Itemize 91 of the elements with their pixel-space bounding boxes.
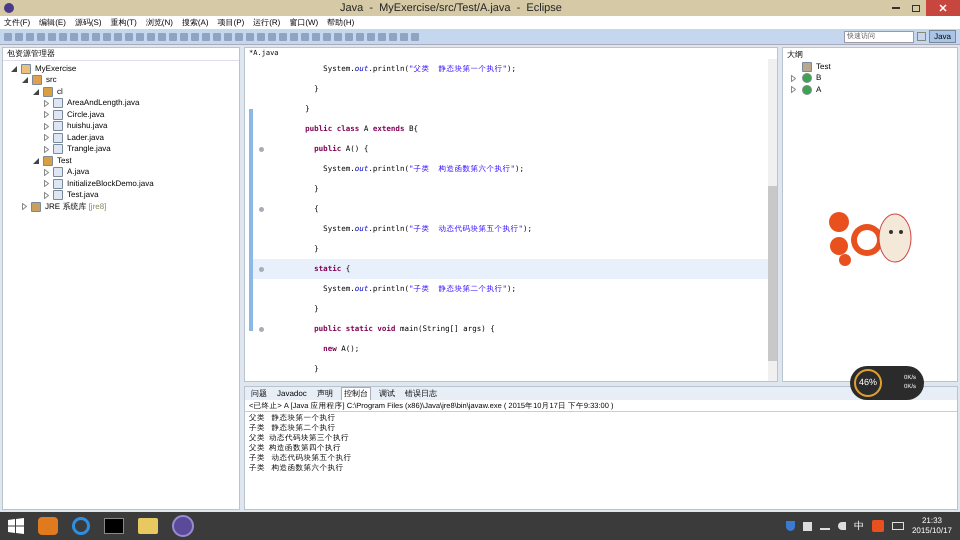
class-icon: [802, 73, 812, 84]
outline-item[interactable]: A: [816, 84, 822, 96]
java-file-icon: [53, 110, 63, 120]
java-file-icon: [53, 178, 63, 189]
flag-icon[interactable]: [802, 522, 812, 530]
taskbar-app-icon[interactable]: [38, 517, 58, 535]
collapsed-arrow-icon[interactable]: [791, 86, 796, 94]
outline-item[interactable]: Test: [816, 60, 831, 73]
keyboard-icon[interactable]: [892, 522, 904, 530]
browser-icon[interactable]: [72, 517, 90, 535]
java-file-icon: [53, 167, 63, 178]
expanded-arrow-icon[interactable]: [33, 88, 39, 95]
terminal-icon[interactable]: [104, 518, 124, 534]
collapsed-arrow-icon[interactable]: [22, 203, 27, 210]
java-file-icon: [53, 121, 63, 132]
menu-item[interactable]: 重构(T): [110, 16, 137, 28]
collapsed-arrow-icon[interactable]: [44, 134, 49, 142]
tree-item[interactable]: src: [46, 74, 57, 86]
shield-icon[interactable]: [786, 521, 795, 531]
menu-item[interactable]: 窗口(W): [289, 16, 318, 28]
view-tab[interactable]: Javadoc: [275, 387, 309, 400]
input-method-icon[interactable]: [872, 520, 884, 532]
tree-item[interactable]: Test.java: [67, 189, 99, 202]
java-file-icon: [53, 132, 63, 143]
tree-item[interactable]: MyExercise: [35, 62, 76, 75]
menu-item[interactable]: 编辑(E): [39, 16, 66, 28]
collapsed-arrow-icon[interactable]: [44, 168, 49, 176]
library-icon: [31, 202, 41, 212]
collapsed-arrow-icon[interactable]: [44, 122, 49, 130]
close-button[interactable]: [926, 0, 960, 16]
collapsed-arrow-icon[interactable]: [44, 180, 49, 188]
menu-item[interactable]: 帮助(H): [327, 16, 354, 28]
collapsed-arrow-icon[interactable]: [44, 111, 49, 118]
view-tab[interactable]: 声明: [314, 387, 335, 400]
perspective-button[interactable]: Java: [929, 30, 956, 43]
fold-icon[interactable]: [258, 266, 264, 272]
speed-percent: 46%: [854, 369, 882, 397]
package-icon: [43, 86, 53, 97]
package-icon: [43, 156, 53, 166]
menu-item[interactable]: 浏览(N): [146, 16, 173, 28]
tree-item[interactable]: A.java: [67, 166, 90, 178]
outline-tab[interactable]: 大纲: [787, 48, 803, 60]
tree-item[interactable]: huishu.java: [67, 120, 108, 132]
tree-item[interactable]: Test: [57, 154, 72, 167]
collapsed-arrow-icon[interactable]: [44, 192, 49, 199]
scrollbar[interactable]: [768, 59, 777, 381]
tree-item[interactable]: InitializeBlockDemo.java: [67, 178, 154, 190]
eclipse-taskbar-icon[interactable]: [172, 515, 194, 537]
menu-item[interactable]: 运行(R): [253, 16, 280, 28]
start-icon[interactable]: [8, 518, 24, 534]
outline-item[interactable]: B: [816, 72, 822, 84]
tree-item[interactable]: cl: [57, 86, 63, 98]
view-tab[interactable]: 错误日志: [402, 387, 439, 400]
menu-item[interactable]: 搜索(A): [182, 16, 209, 28]
collapsed-arrow-icon[interactable]: [791, 74, 796, 82]
tree-item[interactable]: AreaAndLength.java: [67, 97, 140, 110]
java-file-icon: [53, 144, 63, 154]
folder-icon[interactable]: [138, 518, 158, 534]
import-icon: [802, 62, 812, 72]
menu-item[interactable]: 源码(S): [74, 16, 102, 28]
expanded-arrow-icon[interactable]: [22, 77, 28, 84]
input-method-indicator[interactable]: 中: [854, 518, 864, 534]
window-title: Java - MyExercise/src/Test/A.java - Eclipse: [340, 0, 562, 16]
fold-icon[interactable]: [258, 146, 264, 152]
tree-item[interactable]: Circle.java: [67, 108, 104, 121]
tree-item[interactable]: Lader.java: [67, 132, 104, 144]
expanded-arrow-icon[interactable]: [33, 158, 39, 164]
expanded-arrow-icon[interactable]: [11, 66, 17, 72]
view-tab[interactable]: 问题: [249, 387, 269, 400]
taskbar-clock[interactable]: 21:33: [922, 516, 942, 526]
package-explorer-tab[interactable]: 包资源管理器: [7, 48, 55, 60]
project-icon: [21, 64, 31, 74]
class-icon: [802, 84, 812, 95]
collapsed-arrow-icon[interactable]: [44, 146, 49, 153]
menu-item[interactable]: 文件(F): [4, 16, 30, 28]
volume-icon[interactable]: [838, 522, 846, 530]
taskbar-date[interactable]: 2015/10/17: [912, 526, 952, 536]
java-file-icon: [53, 98, 63, 108]
view-tab[interactable]: 控制台: [340, 387, 371, 400]
view-tab[interactable]: 调试: [376, 387, 397, 400]
fold-icon[interactable]: [258, 326, 264, 332]
collapsed-arrow-icon[interactable]: [44, 100, 49, 107]
fold-icon[interactable]: [258, 206, 264, 212]
source-folder-icon: [32, 75, 42, 86]
tree-item[interactable]: Trangle.java: [67, 143, 111, 156]
open-perspective-icon[interactable]: [917, 32, 926, 41]
close-icon: [939, 4, 947, 12]
menu-item[interactable]: 项目(P): [218, 16, 244, 28]
eclipse-logo-icon: [4, 3, 14, 13]
tree-item[interactable]: JRE 系统库 [jre8]: [45, 200, 106, 213]
java-file-icon: [53, 190, 63, 200]
